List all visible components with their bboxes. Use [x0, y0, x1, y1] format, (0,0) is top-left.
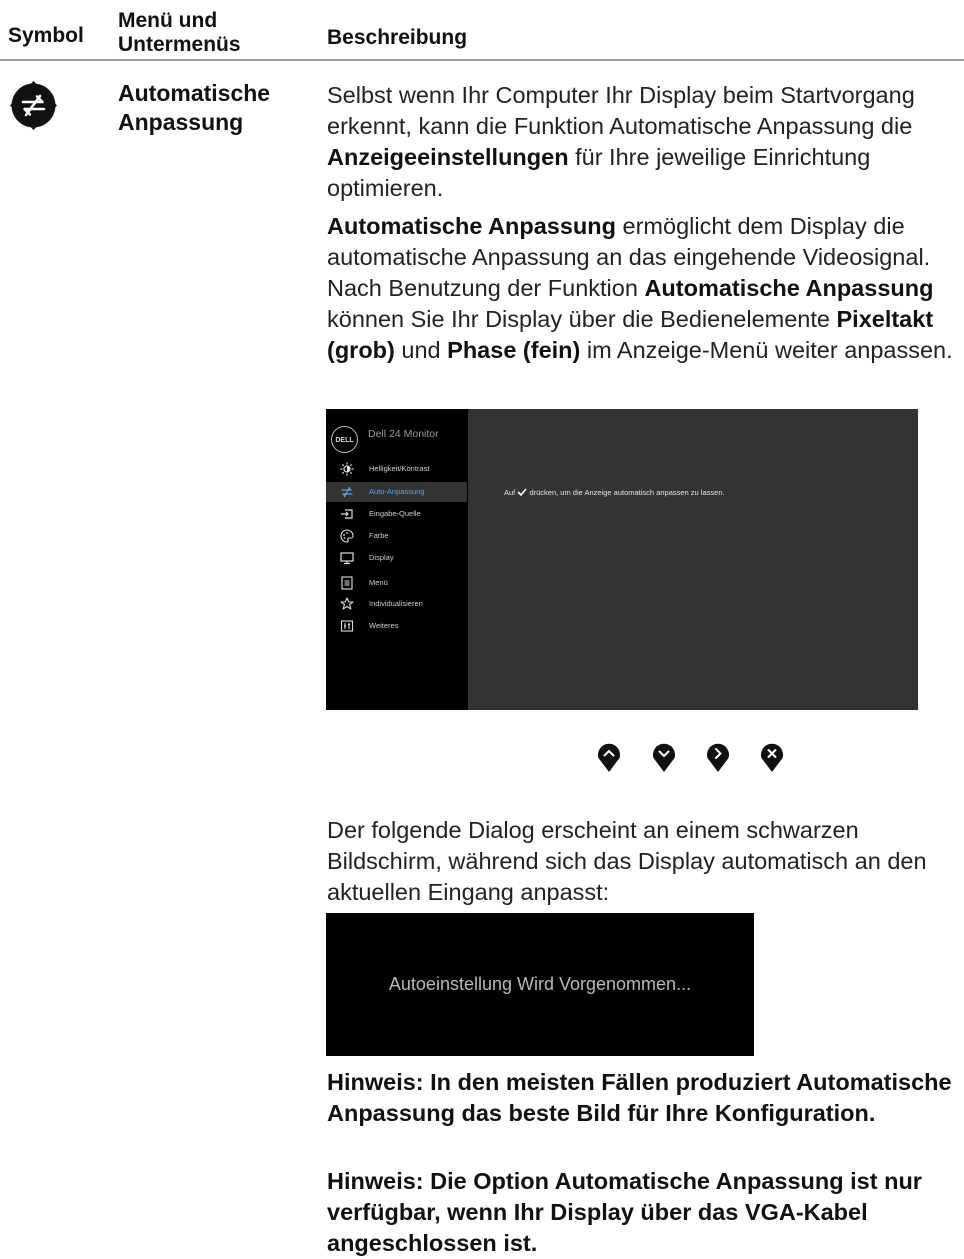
auto-adjust-icon — [341, 486, 353, 498]
menu-icon — [341, 576, 353, 590]
p2-bold-g: Phase (fein) — [447, 337, 581, 363]
osd-message: Auf drücken, um die Anzeige automatisch … — [504, 488, 725, 497]
star-icon — [340, 597, 354, 610]
osd-item-label: Display — [369, 553, 394, 562]
header-menu-line2: Untermenüs — [118, 33, 241, 56]
input-source-icon — [341, 509, 353, 519]
auto-adjust-dialog: Autoeinstellung Wird Vorgenommen... — [326, 913, 754, 1056]
close-button[interactable] — [760, 739, 784, 773]
osd-item-input-source[interactable]: Eingabe-Quelle — [326, 504, 468, 524]
p1-text-a: Selbst wenn Ihr Computer Ihr Display bei… — [327, 82, 915, 139]
p2-bold-c: Automatische Anpassung — [644, 275, 934, 301]
p2-text-d: können Sie Ihr Display über die Bedienel… — [327, 306, 837, 332]
osd-item-brightness[interactable]: Helligkeit/Kontrast — [326, 459, 468, 479]
osd-item-display[interactable]: Display — [326, 548, 468, 568]
dell-logo: DELL — [331, 426, 358, 453]
osd-item-personalize[interactable]: Individualisieren — [326, 594, 468, 614]
osd-item-auto-adjust[interactable]: Auto-Anpassung — [326, 482, 467, 502]
row-menu-name: Automatische Anpassung — [118, 79, 270, 137]
osd-item-color[interactable]: Farbe — [326, 526, 468, 546]
display-icon — [340, 552, 354, 565]
osd-title: Dell 24 Monitor — [368, 428, 439, 440]
checkmark-icon — [517, 488, 527, 497]
osd-message-pre: Auf — [504, 488, 516, 497]
brightness-icon — [340, 462, 354, 476]
osd-sidebar: DELL Dell 24 Monitor Helligkeit/Kontrast… — [326, 409, 468, 710]
osd-message-post: drücken, um die Anzeige automatisch anpa… — [529, 488, 725, 497]
osd-item-label: Helligkeit/Kontrast — [369, 464, 430, 473]
others-icon — [340, 620, 354, 632]
note-2: Hinweis: Die Option Automatische Anpassu… — [327, 1168, 922, 1256]
osd-item-label: Eingabe-Quelle — [369, 509, 421, 518]
osd-item-menu[interactable]: Menü — [326, 573, 468, 593]
p2-text-f: und — [394, 337, 448, 363]
header-divider — [0, 59, 964, 61]
osd-item-label: Menü — [369, 578, 388, 587]
description-paragraph-2: Automatische Anpassung ermöglicht dem Di… — [327, 211, 959, 366]
header-symbol: Symbol — [8, 24, 84, 47]
auto-adjust-icon — [8, 80, 59, 131]
header-menu-line1: Menü und — [118, 9, 218, 32]
osd-item-others[interactable]: Weiteres — [326, 616, 468, 636]
note-1: Hinweis: In den meisten Fällen produzier… — [327, 1069, 952, 1126]
right-button[interactable] — [706, 739, 730, 773]
osd-item-label: Individualisieren — [369, 599, 423, 608]
dialog-text: Autoeinstellung Wird Vorgenommen... — [388, 974, 692, 994]
row-menu-line1: Automatische — [118, 80, 271, 106]
row-menu-line2: Anpassung — [118, 109, 244, 135]
header-menu: Menü und Untermenüs — [118, 9, 241, 57]
description-paragraph-1: Selbst wenn Ihr Computer Ihr Display bei… — [327, 80, 959, 204]
header-description: Beschreibung — [327, 26, 468, 49]
color-palette-icon — [340, 529, 354, 543]
osd-item-label: Auto-Anpassung — [369, 487, 425, 496]
description-paragraph-3: Der folgende Dialog erscheint an einem s… — [327, 817, 927, 905]
up-button[interactable] — [597, 739, 621, 773]
p1-bold-anzeigeeinstellungen: Anzeigeeinstellungen — [327, 144, 569, 170]
down-button[interactable] — [652, 739, 676, 773]
p2-bold-a: Automatische Anpassung — [327, 213, 616, 239]
osd-item-label: Weiteres — [369, 621, 399, 630]
osd-item-label: Farbe — [369, 531, 389, 540]
p2-text-h: im Anzeige-Menü weiter anpassen. — [580, 337, 953, 363]
osd-screenshot: DELL Dell 24 Monitor Helligkeit/Kontrast… — [326, 409, 918, 710]
